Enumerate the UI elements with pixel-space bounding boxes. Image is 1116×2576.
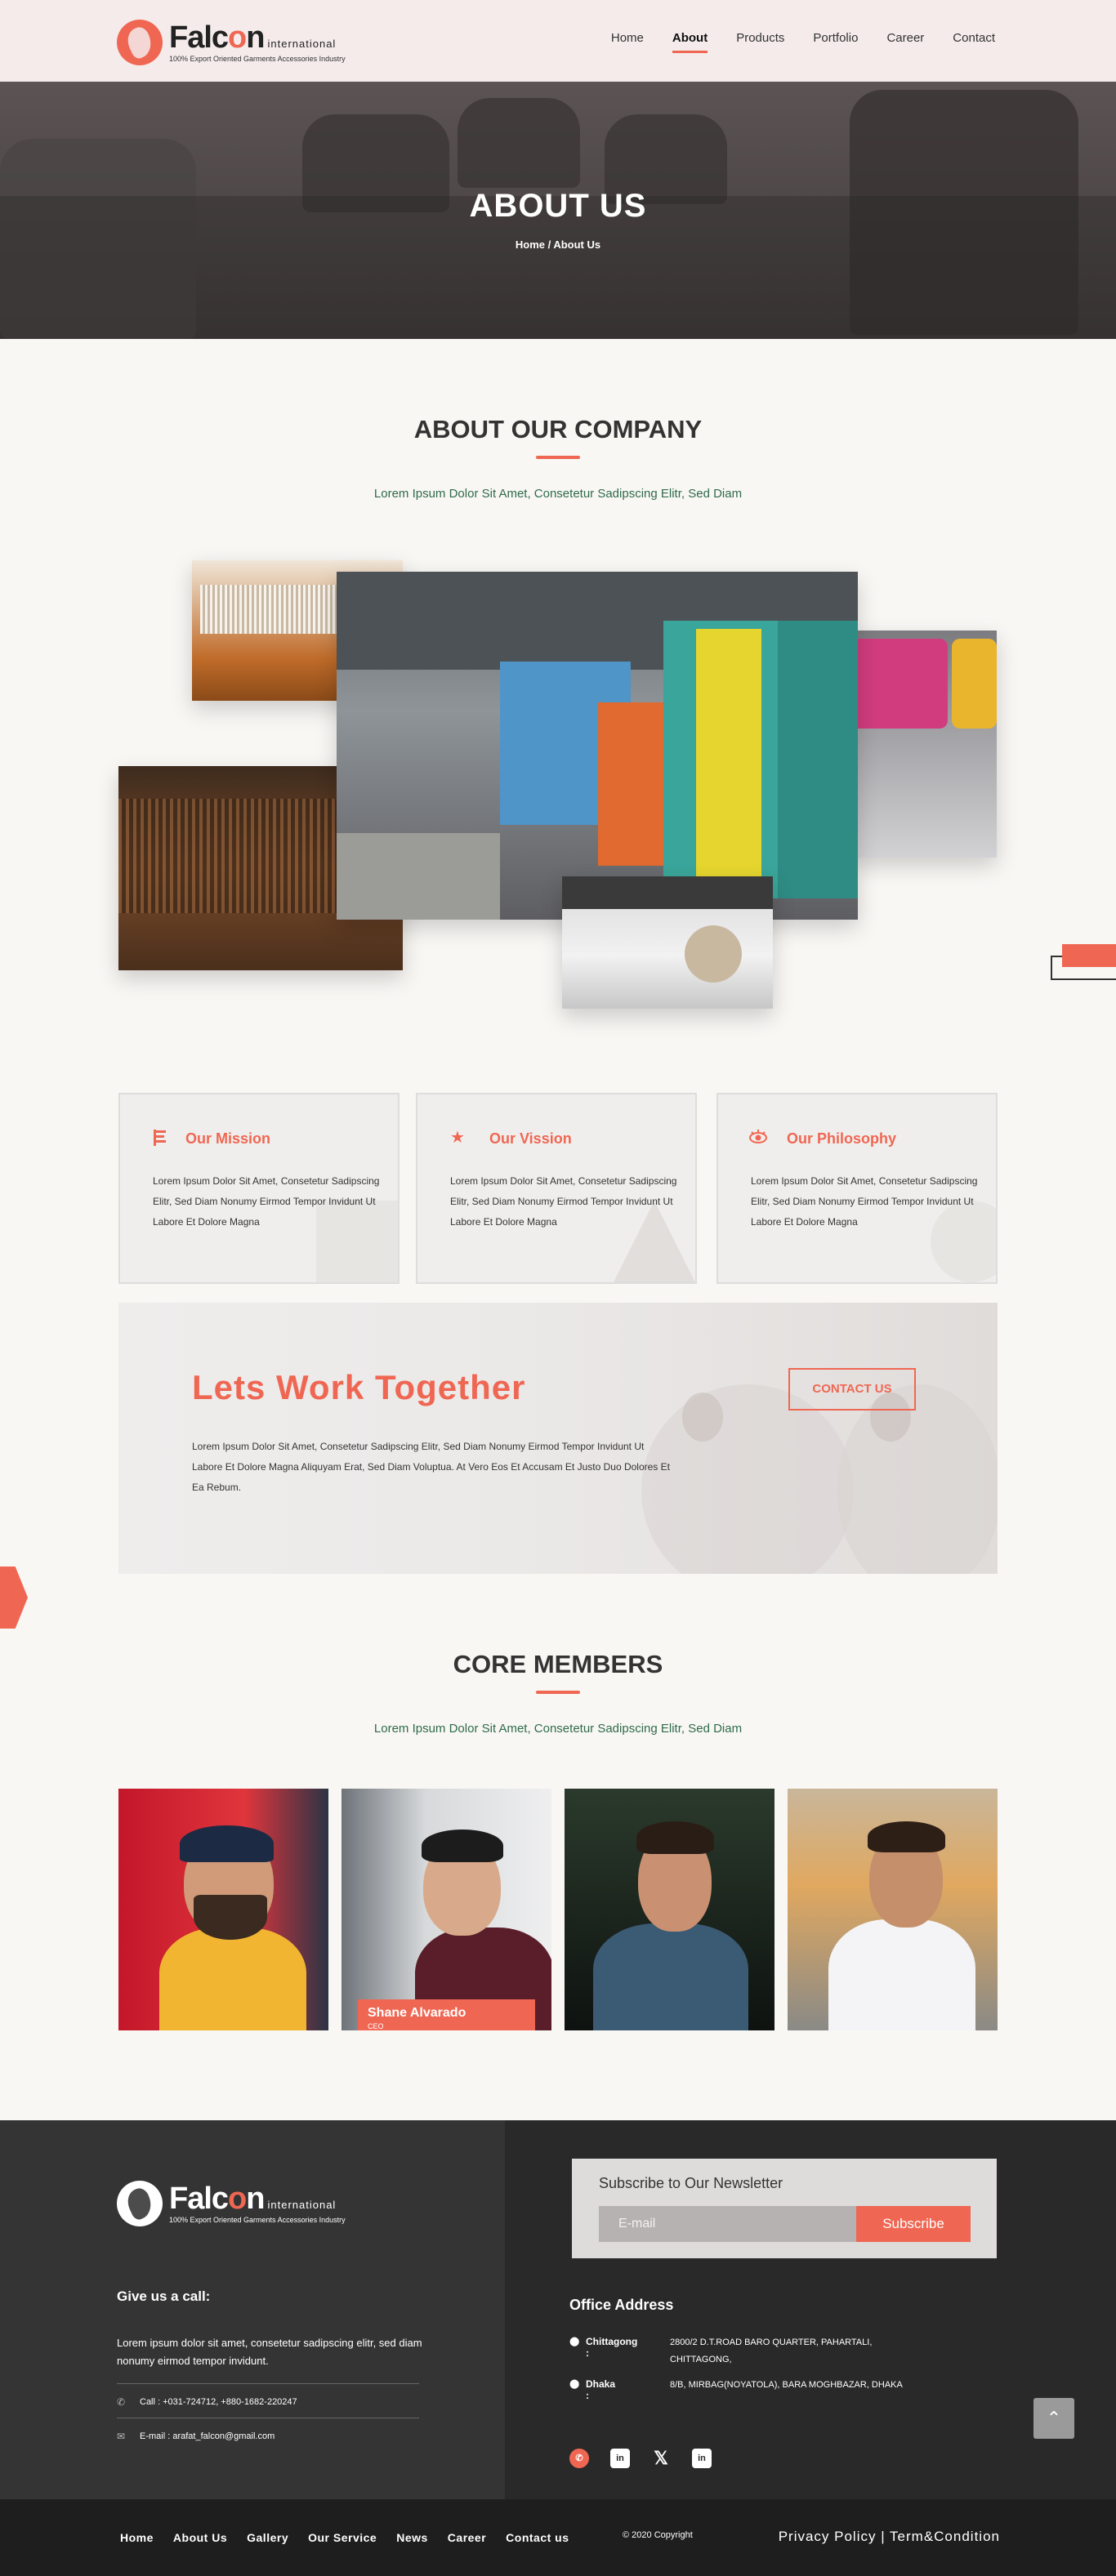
bottom-bar: Home About Us Gallery Our Service News C… [0,2499,1116,2576]
footer-contact-panel: Falcon international 100% Export Oriented… [0,2120,505,2499]
location-pin-icon: ⬤ [569,2379,580,2389]
office-address: 8/B, MIRBAG(NOYATOLA), BARA MOGHBAZAR, D… [670,2380,903,2390]
nav-contact[interactable]: Contact [953,31,995,45]
member-card[interactable] [788,1789,998,2030]
nav-about[interactable]: About [672,31,708,53]
photo-factory-floor [337,572,858,920]
newsletter-title: Subscribe to Our Newsletter [599,2175,783,2191]
location-pin-icon: ⬤ [569,2337,580,2346]
newsletter-email-input[interactable] [599,2206,856,2242]
member-name-tag: Shane Alvarado CEO [358,1999,535,2030]
mission-icon [151,1129,169,1147]
work-together-banner: Lets Work Together Lorem Ipsum Dolor Sit… [118,1303,998,1574]
contact-us-button[interactable]: CONTACT US [788,1368,916,1411]
work-text: Lorem Ipsum Dolor Sit Amet, Consetetur S… [192,1441,670,1493]
phone-row[interactable]: ✆ Call : +031-724712, +880-1682-220247 [117,2396,297,2408]
brand-name: Falcon [169,2182,265,2216]
mission-card: Our Mission Lorem Ipsum Dolor Sit Amet, … [118,1093,400,1284]
card-text: Lorem Ipsum Dolor Sit Amet, Consetetur S… [153,1175,380,1228]
brand-tagline: 100% Export Oriented Garments Accessorie… [169,55,346,63]
falcon-logo-icon [117,2181,163,2226]
side-tab-decoration [1051,944,1116,980]
main-nav: Home About Products Portfolio Career Con… [611,31,995,53]
policy-links[interactable]: Privacy Policy | Term&Condition [779,2529,1000,2545]
member-card[interactable] [565,1789,775,2030]
nav-home[interactable]: Home [611,31,644,45]
office-city: Chittagong : [586,2336,638,2359]
twitter-icon[interactable]: 𝕏 [651,2449,671,2468]
footer-brand-logo[interactable]: Falcon international 100% Export Oriented… [117,2179,346,2228]
divider [117,2383,419,2384]
call-text: Lorem ipsum dolor sit amet, consetetur s… [117,2337,422,2367]
philosophy-card: Our Philosophy Lorem Ipsum Dolor Sit Ame… [716,1093,998,1284]
office-city: Dhaka : [586,2378,616,2401]
office-title: Office Address [569,2297,674,2313]
brand-logo[interactable]: Falcon international 100% Export Oriented… [117,18,346,67]
site-header: Falcon international 100% Export Oriented… [0,0,1116,82]
phone-icon: ✆ [117,2396,126,2408]
footer-link-about[interactable]: About Us [173,2531,227,2544]
about-title: ABOUT OUR COMPANY [413,415,703,443]
footer-link-gallery[interactable]: Gallery [247,2531,288,2544]
nav-career[interactable]: Career [886,31,924,45]
social-links: ✆ in 𝕏 in [569,2449,712,2468]
photo-yarn-cones [850,631,997,858]
member-card[interactable] [118,1789,328,2030]
card-title: Our Philosophy [787,1130,897,1147]
mail-icon: ✉ [117,2431,126,2442]
footer-nav: Home About Us Gallery Our Service News C… [120,2499,569,2576]
card-title: Our Vission [489,1130,572,1147]
footer-link-service[interactable]: Our Service [308,2531,377,2544]
eye-icon [749,1129,767,1147]
card-text: Lorem Ipsum Dolor Sit Amet, Consetetur S… [450,1175,677,1228]
footer-link-contact[interactable]: Contact us [506,2531,569,2544]
site-footer: Falcon international 100% Export Oriented… [0,2120,1116,2499]
linkedin-icon[interactable]: in [692,2449,712,2468]
subscribe-button[interactable]: Subscribe [856,2206,971,2242]
scroll-to-top-button[interactable]: ⌃ [1033,2398,1074,2439]
falcon-logo-icon [117,20,163,65]
breadcrumb[interactable]: Home / About Us [0,238,1116,251]
office-address: 2800/2 D.T.ROAD BARO QUARTER, PAHARTALI,… [670,2338,873,2364]
page-title: ABOUT US [469,188,647,224]
linkedin-icon[interactable]: in [610,2449,630,2468]
call-title: Give us a call: [117,2289,211,2304]
members-title-underline [536,1691,580,1694]
whatsapp-icon[interactable]: ✆ [569,2449,589,2468]
hero-banner: ABOUT US Home / About Us [0,82,1116,339]
side-hex-decoration [0,1567,28,1629]
members-subtitle: Lorem Ipsum Dolor Sit Amet, Consetetur S… [373,1722,743,1736]
email-row[interactable]: ✉ E-mail : arafat_falcon@gmail.com [117,2431,275,2442]
footer-link-home[interactable]: Home [120,2531,154,2544]
newsletter-box: Subscribe to Our Newsletter Subscribe [572,2159,997,2258]
nav-portfolio[interactable]: Portfolio [813,31,858,45]
member-card-featured[interactable]: Shane Alvarado CEO [341,1789,551,2030]
brand-suffix: international [267,2199,337,2211]
members-title: CORE MEMBERS [453,1650,663,1678]
brand-tagline: 100% Export Oriented Garments Accessorie… [169,2216,346,2224]
card-text: Lorem Ipsum Dolor Sit Amet, Consetetur S… [751,1175,978,1228]
card-title: Our Mission [185,1130,271,1147]
vision-card: ★ Our Vission Lorem Ipsum Dolor Sit Amet… [416,1093,697,1284]
star-icon: ★ [450,1129,465,1147]
footer-link-career[interactable]: Career [448,2531,486,2544]
hero-chair-shape [458,98,580,188]
about-title-underline [536,456,580,459]
photo-fabric-roll [562,876,773,1009]
phone-text: Call : +031-724712, +880-1682-220247 [140,2397,297,2407]
member-name: Shane Alvarado [368,2006,466,2020]
member-role: CEO [368,2022,384,2030]
about-subtitle: Lorem Ipsum Dolor Sit Amet, Consetetur S… [373,487,743,501]
footer-link-news[interactable]: News [396,2531,428,2544]
work-title: Lets Work Together [192,1368,526,1406]
copyright: © 2020 Copyright [623,2530,693,2540]
email-text: E-mail : arafat_falcon@gmail.com [140,2431,275,2441]
brand-name: Falcon [169,20,265,55]
nav-products[interactable]: Products [736,31,784,45]
cap-shape [180,1825,274,1862]
brand-suffix: international [267,38,337,50]
